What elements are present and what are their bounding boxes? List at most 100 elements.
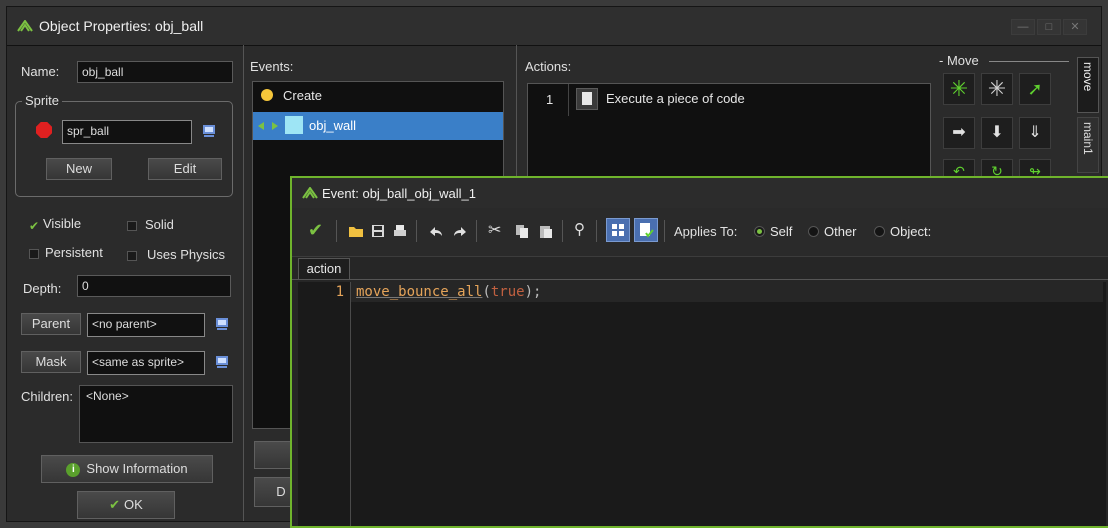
radio-other[interactable] bbox=[808, 226, 819, 237]
gravity-button[interactable]: ⇓ bbox=[1019, 117, 1051, 149]
move-group-name: Move bbox=[946, 53, 979, 68]
code-paren: ( bbox=[482, 284, 491, 300]
line-gutter: 1 bbox=[298, 282, 351, 526]
close-button[interactable]: ✕ bbox=[1063, 19, 1087, 35]
save-icon[interactable] bbox=[370, 223, 386, 239]
move-group-label: - Move bbox=[939, 53, 979, 68]
toolbar-separator bbox=[476, 220, 477, 242]
visible-label: Visible bbox=[43, 216, 82, 231]
children-list[interactable]: <None> bbox=[79, 385, 233, 443]
ok-checkmark-icon: ✔ bbox=[109, 497, 121, 512]
code-function: move_bounce_all bbox=[356, 284, 483, 300]
sprite-group: Sprite spr_ball New Edit bbox=[15, 93, 233, 197]
parent-field[interactable]: <no parent> bbox=[87, 313, 205, 337]
sprite-group-label: Sprite bbox=[22, 93, 62, 108]
events-label: Events: bbox=[250, 59, 294, 74]
event-item-obj-wall[interactable]: obj_wall bbox=[253, 112, 503, 140]
persistent-label: Persistent bbox=[45, 245, 103, 260]
mask-field[interactable]: <same as sprite> bbox=[87, 351, 205, 375]
script-check-icon bbox=[640, 223, 654, 238]
cut-icon[interactable]: ✂ bbox=[488, 220, 501, 240]
action-label: Execute a piece of code bbox=[606, 91, 745, 106]
depth-field[interactable]: 0 bbox=[77, 275, 231, 297]
ok-button[interactable]: ✔ OK bbox=[77, 491, 175, 519]
radio-self[interactable] bbox=[754, 226, 765, 237]
move-towards-button[interactable]: ➚ bbox=[1019, 73, 1051, 105]
action-item[interactable]: 1 Execute a piece of code bbox=[528, 84, 930, 116]
show-information-label: Show Information bbox=[86, 461, 188, 476]
show-information-button[interactable]: i Show Information bbox=[41, 455, 213, 483]
grid-icon bbox=[612, 224, 624, 236]
sprite-menu-icon[interactable] bbox=[202, 124, 216, 138]
persistent-checkbox[interactable] bbox=[29, 249, 39, 259]
move-fixed-button[interactable]: ✳ bbox=[943, 73, 975, 105]
code-close: ); bbox=[524, 284, 542, 300]
event-item-label: obj_wall bbox=[309, 118, 356, 133]
move-group-rule bbox=[989, 61, 1069, 62]
maximize-button[interactable]: □ bbox=[1037, 19, 1061, 35]
solid-label: Solid bbox=[145, 217, 174, 232]
tab-action[interactable]: action bbox=[298, 258, 350, 280]
uses-physics-checkbox[interactable] bbox=[127, 251, 137, 261]
sprite-edit-button[interactable]: Edit bbox=[148, 158, 222, 180]
sprite-field[interactable]: spr_ball bbox=[62, 120, 192, 144]
parent-menu-icon[interactable] bbox=[215, 317, 229, 331]
editor-toolbar: ✔ ✂ ⚲ Applies To: Self Other Object: bbox=[292, 208, 1108, 257]
gravity-icon: ⇓ bbox=[1028, 124, 1042, 141]
paste-icon[interactable] bbox=[538, 223, 554, 239]
radio-object[interactable] bbox=[874, 226, 885, 237]
mask-menu-icon[interactable] bbox=[215, 355, 229, 369]
copy-icon[interactable] bbox=[514, 223, 530, 239]
toolbar-separator bbox=[596, 220, 597, 242]
gamemaker-logo-icon bbox=[17, 20, 33, 32]
check-code-button[interactable] bbox=[634, 218, 658, 242]
vertical-arrow-icon: ⬇ bbox=[990, 124, 1004, 141]
tab-move[interactable]: move bbox=[1077, 57, 1099, 113]
code-editor[interactable]: 1 move_bounce_all(true); bbox=[298, 282, 1106, 526]
name-field[interactable]: obj_ball bbox=[77, 61, 233, 83]
toolbar-separator bbox=[336, 220, 337, 242]
event-item-create[interactable]: Create bbox=[253, 84, 503, 110]
code-line[interactable]: move_bounce_all(true); bbox=[356, 284, 541, 300]
goto-line-button[interactable] bbox=[606, 218, 630, 242]
tab-move-label: move bbox=[1081, 62, 1095, 92]
move-free-button[interactable]: ✳ bbox=[981, 73, 1013, 105]
event-item-label: Create bbox=[283, 88, 323, 103]
code-page-icon bbox=[576, 88, 598, 110]
print-icon[interactable] bbox=[392, 223, 408, 239]
undo-icon[interactable] bbox=[428, 223, 444, 239]
tab-main1[interactable]: main1 bbox=[1077, 117, 1099, 173]
event-editor-window: Event: obj_ball_obj_wall_1 ✔ ✂ ⚲ Applies… bbox=[290, 176, 1108, 528]
tab-main1-label: main1 bbox=[1081, 122, 1095, 155]
editor-title-bar[interactable]: Event: obj_ball_obj_wall_1 bbox=[292, 178, 1108, 208]
gamemaker-logo-icon bbox=[302, 187, 318, 199]
applies-to-label: Applies To: bbox=[674, 224, 738, 239]
mask-button[interactable]: Mask bbox=[21, 351, 81, 373]
uses-physics-label: Uses Physics bbox=[147, 247, 226, 262]
toolbar-separator bbox=[664, 220, 665, 242]
tab-underline bbox=[292, 279, 1108, 280]
solid-checkbox[interactable] bbox=[127, 221, 137, 231]
parent-button[interactable]: Parent bbox=[21, 313, 81, 335]
lightbulb-icon bbox=[261, 89, 273, 101]
ok-label: OK bbox=[124, 497, 143, 512]
move-towards-icon: ➚ bbox=[1027, 79, 1043, 99]
collision-icon bbox=[258, 122, 278, 130]
children-label: Children: bbox=[21, 389, 74, 404]
title-bar[interactable]: Object Properties: obj_ball — □ ✕ bbox=[7, 7, 1101, 46]
line-number: 1 bbox=[335, 284, 344, 300]
sprite-new-button[interactable]: New bbox=[46, 158, 112, 180]
visible-checkmark-icon[interactable]: ✔ bbox=[29, 219, 39, 233]
speed-vertical-button[interactable]: ⬇ bbox=[981, 117, 1013, 149]
toolbar-separator bbox=[562, 220, 563, 242]
speed-horizontal-button[interactable]: ➡ bbox=[943, 117, 975, 149]
redo-icon[interactable] bbox=[452, 223, 468, 239]
minimize-button[interactable]: — bbox=[1011, 19, 1035, 35]
search-icon[interactable]: ⚲ bbox=[574, 220, 585, 238]
action-index: 1 bbox=[546, 92, 554, 107]
confirm-check-icon[interactable]: ✔ bbox=[308, 220, 323, 241]
open-folder-icon[interactable] bbox=[348, 223, 364, 239]
depth-label: Depth: bbox=[23, 281, 62, 296]
editor-title: Event: obj_ball_obj_wall_1 bbox=[322, 186, 476, 201]
left-panel: Name: obj_ball Sprite spr_ball New Edit … bbox=[7, 45, 244, 521]
